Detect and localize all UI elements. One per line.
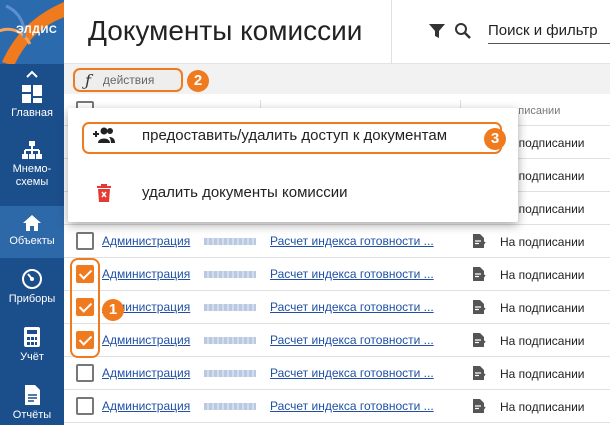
calculator-icon bbox=[24, 327, 40, 347]
redacted-text bbox=[204, 337, 256, 344]
sidebar-item-objects[interactable]: Объекты bbox=[0, 206, 64, 258]
signed-document-icon[interactable] bbox=[472, 332, 486, 348]
admin-link[interactable]: Администрация bbox=[102, 267, 190, 281]
document-link[interactable]: Расчет индекса готовности ... bbox=[270, 333, 460, 347]
sidebar-item-label: Главная bbox=[11, 107, 53, 119]
sidebar-item-main[interactable]: Главная bbox=[0, 84, 64, 144]
signed-document-icon[interactable] bbox=[472, 398, 486, 414]
toolbar: ƒ действия bbox=[64, 64, 610, 94]
sidebar-item-mnemo[interactable]: Мнемо- схемы bbox=[0, 140, 64, 200]
checkbox-highlight bbox=[70, 258, 100, 358]
admin-link[interactable]: Администрация bbox=[102, 234, 190, 248]
signed-document-icon[interactable] bbox=[472, 266, 486, 282]
signed-document-icon[interactable] bbox=[472, 233, 486, 249]
table-row[interactable]: Администрация Расчет индекса готовности .… bbox=[64, 357, 610, 390]
status-text: На подписании bbox=[500, 334, 585, 348]
redacted-text bbox=[204, 271, 256, 278]
gauge-icon bbox=[22, 269, 42, 289]
sidebar: ЭЛДИС Главная Мнемо- схемы Объекты Прибо… bbox=[0, 0, 64, 425]
redacted-text bbox=[204, 403, 256, 410]
sidebar-item-label: Мнемо- схемы bbox=[12, 163, 52, 188]
signed-document-icon[interactable] bbox=[472, 365, 486, 381]
status-text: На подписании bbox=[500, 400, 585, 414]
status-text: На подписании bbox=[500, 235, 585, 249]
sidebar-item-label: Объекты bbox=[9, 235, 55, 247]
search-icon[interactable] bbox=[454, 22, 472, 40]
header-divider bbox=[391, 0, 392, 64]
signed-document-icon[interactable] bbox=[472, 299, 486, 315]
admin-link[interactable]: Администрация bbox=[102, 366, 190, 380]
table-row[interactable]: Администрация Расчет индекса готовности .… bbox=[64, 225, 610, 258]
redacted-text bbox=[204, 370, 256, 377]
status-text: На подписании bbox=[500, 367, 585, 381]
status-text: На подписании bbox=[500, 301, 585, 315]
menu-item-grant-access[interactable]: предоставить/удалить доступ к документам bbox=[68, 108, 518, 165]
callout-2: 2 bbox=[187, 70, 209, 92]
redacted-text bbox=[204, 238, 256, 245]
document-link[interactable]: Расчет индекса готовности ... bbox=[270, 300, 460, 314]
menu-item-label: удалить документы комиссии bbox=[142, 184, 348, 201]
row-checkbox[interactable] bbox=[76, 364, 94, 382]
add-group-icon bbox=[93, 127, 115, 143]
document-link[interactable]: Расчет индекса готовности ... bbox=[270, 234, 460, 248]
table-row[interactable]: Администрация Расчет индекса готовности .… bbox=[64, 390, 610, 423]
function-icon: ƒ bbox=[85, 70, 91, 90]
home-icon bbox=[23, 215, 41, 231]
sidebar-item-label: Отчёты bbox=[12, 409, 52, 421]
sidebar-item-devices[interactable]: Приборы bbox=[0, 268, 64, 328]
sidebar-item-reports[interactable]: Отчёты bbox=[0, 384, 64, 425]
search-input[interactable] bbox=[488, 18, 610, 44]
status-text: На подписании bbox=[500, 268, 585, 282]
table-row[interactable]: АдминистрацияРасчет индекса готовности .… bbox=[64, 291, 610, 324]
table-row[interactable]: Администрация Расчет индекса готовности .… bbox=[64, 324, 610, 357]
page-title: Документы комиссии bbox=[88, 15, 363, 46]
chevron-up-icon[interactable] bbox=[24, 67, 40, 81]
logo[interactable]: ЭЛДИС bbox=[0, 0, 64, 64]
hierarchy-icon bbox=[22, 141, 42, 159]
sidebar-item-label: Учёт bbox=[20, 351, 44, 363]
document-link[interactable]: Расчет индекса готовности ... bbox=[270, 267, 460, 281]
filter-icon[interactable] bbox=[428, 22, 446, 40]
app-window: ЭЛДИС Главная Мнемо- схемы Объекты Прибо… bbox=[0, 0, 610, 425]
actions-label: действия bbox=[102, 73, 155, 87]
document-link[interactable]: Расчет индекса готовности ... bbox=[270, 366, 460, 380]
report-icon bbox=[25, 385, 40, 405]
logo-text: ЭЛДИС bbox=[16, 24, 58, 36]
redacted-text bbox=[204, 304, 256, 311]
table-row[interactable]: Администрация Расчет индекса готовности .… bbox=[64, 258, 610, 291]
menu-item-label: предоставить/удалить доступ к документам bbox=[142, 127, 448, 144]
admin-link[interactable]: Администрация bbox=[102, 399, 190, 413]
admin-link[interactable]: Администрация bbox=[102, 333, 190, 347]
callout-3: 3 bbox=[484, 128, 506, 150]
row-checkbox[interactable] bbox=[76, 397, 94, 415]
actions-menu: предоставить/удалить доступ к документам… bbox=[68, 108, 518, 222]
callout-1: 1 bbox=[102, 299, 124, 321]
sidebar-item-label: Приборы bbox=[8, 293, 56, 305]
row-checkbox[interactable] bbox=[76, 232, 94, 250]
sidebar-item-accounting[interactable]: Учёт bbox=[0, 326, 64, 386]
menu-item-delete-docs[interactable]: удалить документы комиссии bbox=[68, 165, 518, 222]
dashboard-icon bbox=[22, 85, 42, 103]
delete-icon bbox=[97, 184, 111, 202]
document-link[interactable]: Расчет индекса готовности ... bbox=[270, 399, 460, 413]
actions-button[interactable]: ƒ действия bbox=[73, 68, 183, 92]
header: Документы комиссии bbox=[64, 0, 610, 64]
